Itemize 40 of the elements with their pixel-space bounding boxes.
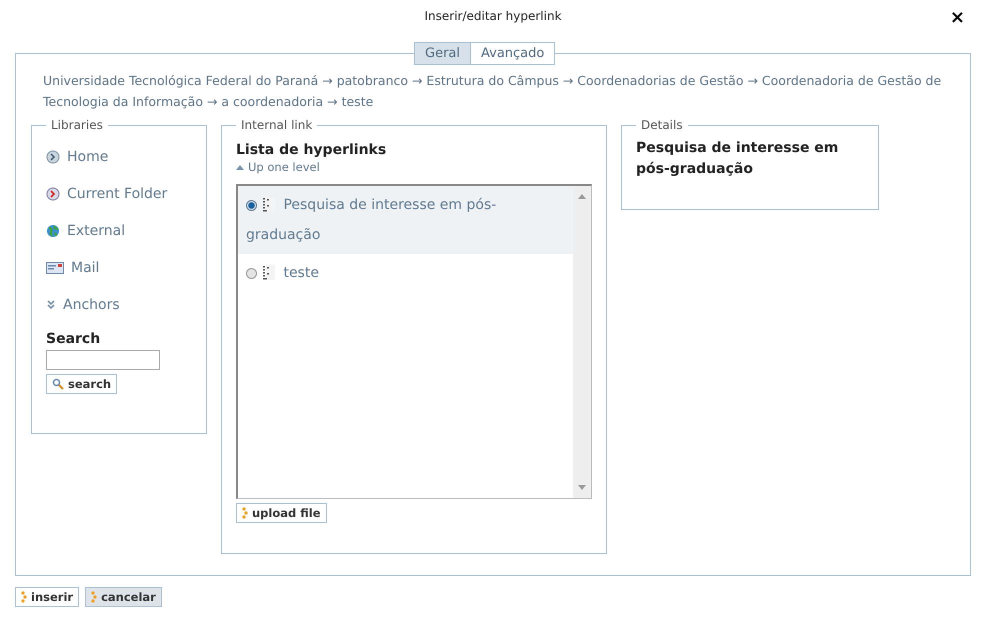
dots-icon — [91, 591, 98, 603]
arrow-circle-icon — [46, 186, 60, 200]
dots-icon — [21, 591, 27, 603]
caret-up-icon — [578, 194, 586, 199]
panel-legend: Details — [636, 118, 688, 132]
up-link[interactable]: Up one level — [236, 160, 592, 174]
scrollbar[interactable] — [573, 186, 591, 498]
panel-legend: Internal link — [236, 118, 318, 132]
document-icon — [263, 265, 275, 282]
document-icon — [263, 197, 275, 214]
search-field[interactable] — [46, 350, 160, 370]
library-link[interactable]: Home — [46, 138, 192, 175]
caret-down-icon — [578, 485, 586, 490]
library-link[interactable]: Current Folder — [46, 175, 192, 212]
caret-up-icon — [236, 164, 244, 170]
action-button[interactable]: cancelar — [85, 587, 162, 607]
list-item[interactable]: teste — [238, 254, 573, 292]
envelope-icon — [46, 262, 64, 274]
arrow-circle-icon — [46, 150, 60, 164]
radio-button[interactable] — [246, 268, 257, 279]
dots-icon — [242, 507, 248, 519]
library-link[interactable]: External — [46, 212, 192, 249]
globe-icon — [46, 224, 60, 238]
breadcrumb: Universidade Tecnológica Federal do Paraná → patobranco → Estrutura do Câmpus → Coordenadorias de Gestão → Coordenadoria de Gestão de Tecnologia da Informação → a coordenadoria → teste — [43, 72, 942, 111]
panel-legend: Libraries — [46, 118, 108, 132]
library-link[interactable]: Mail — [46, 249, 192, 286]
details-text: Pesquisa de interesse em pós-graduação — [636, 139, 840, 179]
list-heading: Lista de hyperlinks — [236, 142, 388, 158]
double-chevron-icon — [46, 298, 56, 310]
upload-button[interactable]: upload file — [236, 503, 327, 523]
search-button[interactable]: search — [46, 374, 118, 394]
search-icon — [52, 378, 64, 390]
close-button[interactable]: × — [944, 6, 971, 29]
window-title: Inserir/editar hyperlink — [424, 9, 562, 23]
tab[interactable]: Geral — [415, 43, 470, 64]
library-link[interactable]: Anchors — [46, 286, 192, 323]
list-item[interactable]: Pesquisa de interesse em pós-graduação — [238, 186, 573, 254]
radio-button[interactable] — [246, 200, 257, 211]
search-heading: Search — [46, 331, 102, 347]
action-button[interactable]: inserir — [15, 587, 80, 607]
